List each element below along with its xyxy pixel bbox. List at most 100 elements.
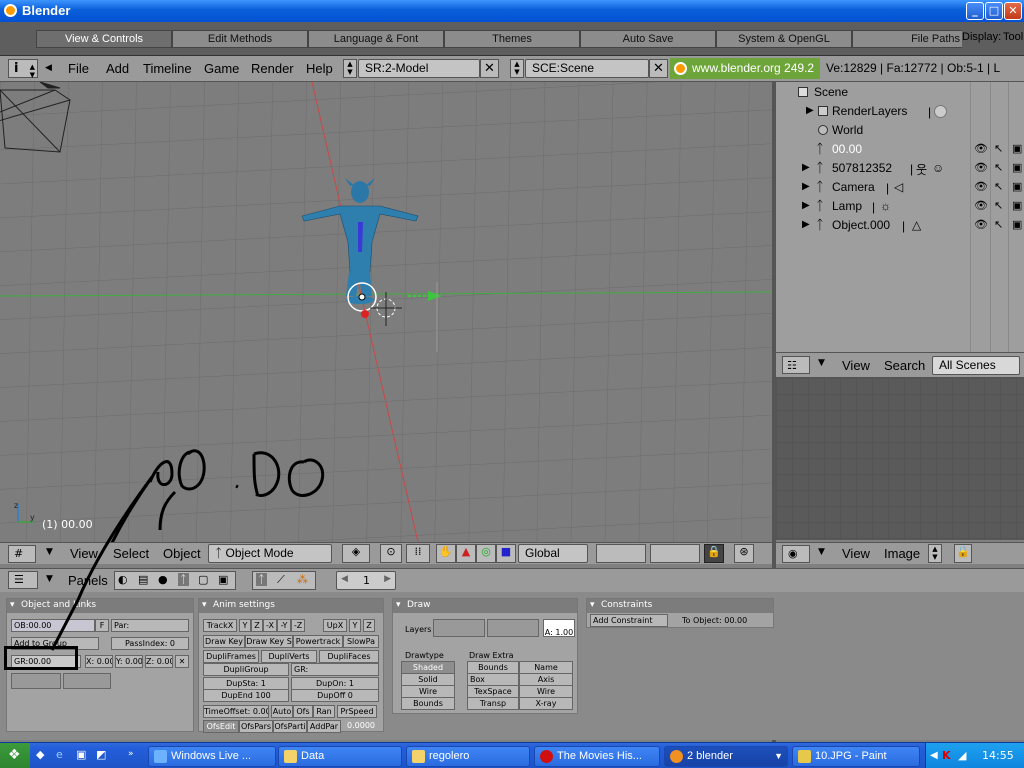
- track-negy-button[interactable]: -Y: [277, 619, 291, 632]
- start-button[interactable]: ❖: [0, 743, 30, 768]
- outliner-menu-view[interactable]: View: [842, 358, 870, 373]
- logic-icon[interactable]: ◐: [118, 573, 128, 586]
- collapse-arrow-icon[interactable]: ▼: [818, 358, 825, 368]
- volume-icon[interactable]: ◢: [958, 743, 966, 768]
- dupend-field[interactable]: DupEnd 100: [203, 689, 289, 702]
- outliner-row-renderlayers[interactable]: ▶ RenderLayers |: [776, 102, 1024, 121]
- pin-lock-icon[interactable]: 🔒: [954, 544, 972, 563]
- render-icon[interactable]: ▣: [1012, 142, 1022, 155]
- track-z-button[interactable]: Z: [251, 619, 263, 632]
- parent-field[interactable]: Par:: [111, 619, 189, 632]
- image-menu-image[interactable]: Image: [884, 546, 920, 561]
- hand-manipulator-icon[interactable]: ✋: [436, 544, 456, 563]
- transform-orientation-select[interactable]: Global: [518, 544, 588, 563]
- menu-timeline[interactable]: Timeline: [143, 61, 192, 76]
- slowpar-button[interactable]: SlowPa: [343, 635, 379, 648]
- render-icon[interactable]: ▣: [1012, 199, 1022, 212]
- quicklaunch-icon-1[interactable]: ◆: [36, 748, 44, 761]
- lock-icon[interactable]: 🔒: [704, 544, 724, 563]
- duplifaces-button[interactable]: DupliFaces: [319, 650, 379, 663]
- layer-buttons-1[interactable]: [596, 544, 646, 563]
- tab-auto-save[interactable]: Auto Save: [580, 30, 716, 48]
- shading-icon[interactable]: ●: [158, 573, 168, 586]
- task-blender[interactable]: 2 blender ▼: [664, 746, 788, 767]
- outliner-scope-select[interactable]: All Scenes: [932, 356, 1020, 375]
- image-browse-button[interactable]: ▲ ▼: [928, 544, 942, 563]
- menu-file[interactable]: File: [68, 61, 89, 76]
- up-z-button[interactable]: Z: [363, 619, 375, 632]
- alpha-color-field[interactable]: A: 1.00: [543, 619, 575, 637]
- pivot-icon[interactable]: ⊙: [380, 544, 402, 563]
- group-offset-z[interactable]: Z: 0.00: [145, 655, 173, 668]
- task-paint[interactable]: 10.JPG - Paint: [792, 746, 920, 767]
- pass-index-field[interactable]: PassIndex: 0: [111, 637, 189, 650]
- ofspars-button[interactable]: OfsPars: [239, 720, 273, 733]
- prspeed-button[interactable]: PrSpeed: [337, 705, 377, 718]
- fake-user-button[interactable]: F: [95, 619, 109, 632]
- editor-type-selector[interactable]: ☷: [782, 356, 810, 374]
- menu-game[interactable]: Game: [204, 61, 239, 76]
- object-name-field[interactable]: OB:00.00: [11, 619, 95, 632]
- image-editor-area[interactable]: [776, 378, 1024, 540]
- eye-icon[interactable]: 👁: [974, 199, 988, 212]
- mode-select[interactable]: ᛏ Object Mode: [208, 544, 332, 563]
- context-buttons[interactable]: ◐ ▤ ● ᛏ ▢ ▣: [114, 571, 236, 590]
- object-sub-icon[interactable]: ᛏ: [256, 573, 267, 586]
- object-layers-1[interactable]: [433, 619, 485, 637]
- dupoff-field[interactable]: DupOff 0: [291, 689, 379, 702]
- menu-render[interactable]: Render: [251, 61, 294, 76]
- armature-pose-icon[interactable]: 웃: [916, 161, 927, 178]
- tab-file-paths[interactable]: File Paths: [852, 30, 962, 48]
- up-y-button[interactable]: Y: [349, 619, 361, 632]
- screen-name-field[interactable]: SR:2-Model: [358, 59, 480, 78]
- task-windows-live[interactable]: Windows Live ...: [148, 746, 276, 767]
- powertrack-button[interactable]: Powertrack: [293, 635, 343, 648]
- collapse-arrow-icon[interactable]: ◀: [45, 63, 52, 73]
- menu-add[interactable]: Add: [106, 61, 129, 76]
- draw-key-button[interactable]: Draw Key: [203, 635, 245, 648]
- dupligroup-button[interactable]: DupliGroup: [203, 663, 289, 676]
- viewport-canvas[interactable]: z y: [0, 82, 772, 542]
- timeoffset-field[interactable]: TimeOffset: 0.00: [203, 705, 269, 718]
- outliner-panel[interactable]: Scene ▶ RenderLayers | World ᛏ 00.00 👁 ↖…: [776, 82, 1024, 352]
- dupli-group-field[interactable]: GR:: [291, 663, 379, 676]
- editing-icon[interactable]: ▢: [198, 573, 208, 586]
- expand-arrow-icon[interactable]: ▶: [802, 200, 810, 211]
- addpar-button[interactable]: AddPar: [307, 720, 341, 733]
- scene-context-icon[interactable]: ▣: [218, 573, 228, 586]
- menu-view[interactable]: View: [70, 546, 98, 561]
- scene-delete-button[interactable]: ✕: [649, 59, 668, 78]
- expand-arrow-icon[interactable]: ▶: [802, 181, 810, 192]
- translate-manipulator-icon[interactable]: ▲: [456, 544, 476, 563]
- quicklaunch-expand-icon[interactable]: »: [128, 749, 134, 759]
- expand-arrow-icon[interactable]: ▶: [802, 219, 810, 230]
- tab-language-font[interactable]: Language & Font: [308, 30, 444, 48]
- tab-themes[interactable]: Themes: [444, 30, 580, 48]
- maximize-button[interactable]: □: [985, 2, 1003, 20]
- editor-type-selector[interactable]: #: [8, 545, 36, 563]
- object-context-icon[interactable]: ᛏ: [178, 573, 189, 586]
- kaspersky-icon[interactable]: K: [942, 743, 951, 768]
- drawtype-bounds[interactable]: Bounds: [401, 697, 455, 710]
- render-icon[interactable]: ▣: [1012, 218, 1022, 231]
- trackx-button[interactable]: TrackX: [203, 619, 237, 632]
- panels-menu[interactable]: Panels: [68, 573, 108, 588]
- expand-arrow-icon[interactable]: ▶: [802, 162, 810, 173]
- render-preview-icon[interactable]: ⊛: [734, 544, 754, 563]
- quicklaunch-icon-3[interactable]: ▣: [76, 748, 86, 761]
- collapse-arrow-icon[interactable]: ▼: [46, 547, 53, 557]
- editor-type-selector[interactable]: ◉: [782, 545, 810, 563]
- group-offset-y[interactable]: Y: 0.00: [115, 655, 143, 668]
- select-cursor-icon[interactable]: ↖: [994, 199, 1003, 212]
- upx-button[interactable]: UpX: [323, 619, 347, 632]
- render-icon[interactable]: ▣: [1012, 161, 1022, 174]
- tab-edit-methods[interactable]: Edit Methods: [172, 30, 308, 48]
- task-regolero-folder[interactable]: regolero: [406, 746, 530, 767]
- scale-manipulator-icon[interactable]: ■: [496, 544, 516, 563]
- tab-system-opengl[interactable]: System & OpenGL: [716, 30, 852, 48]
- menu-help[interactable]: Help: [306, 61, 333, 76]
- screen-browse-button[interactable]: ▲ ▼: [343, 59, 357, 78]
- task-data-folder[interactable]: Data: [278, 746, 402, 767]
- prspeed-value[interactable]: 0.0000: [347, 721, 375, 730]
- ofsedit-button[interactable]: OfsEdit: [203, 720, 239, 733]
